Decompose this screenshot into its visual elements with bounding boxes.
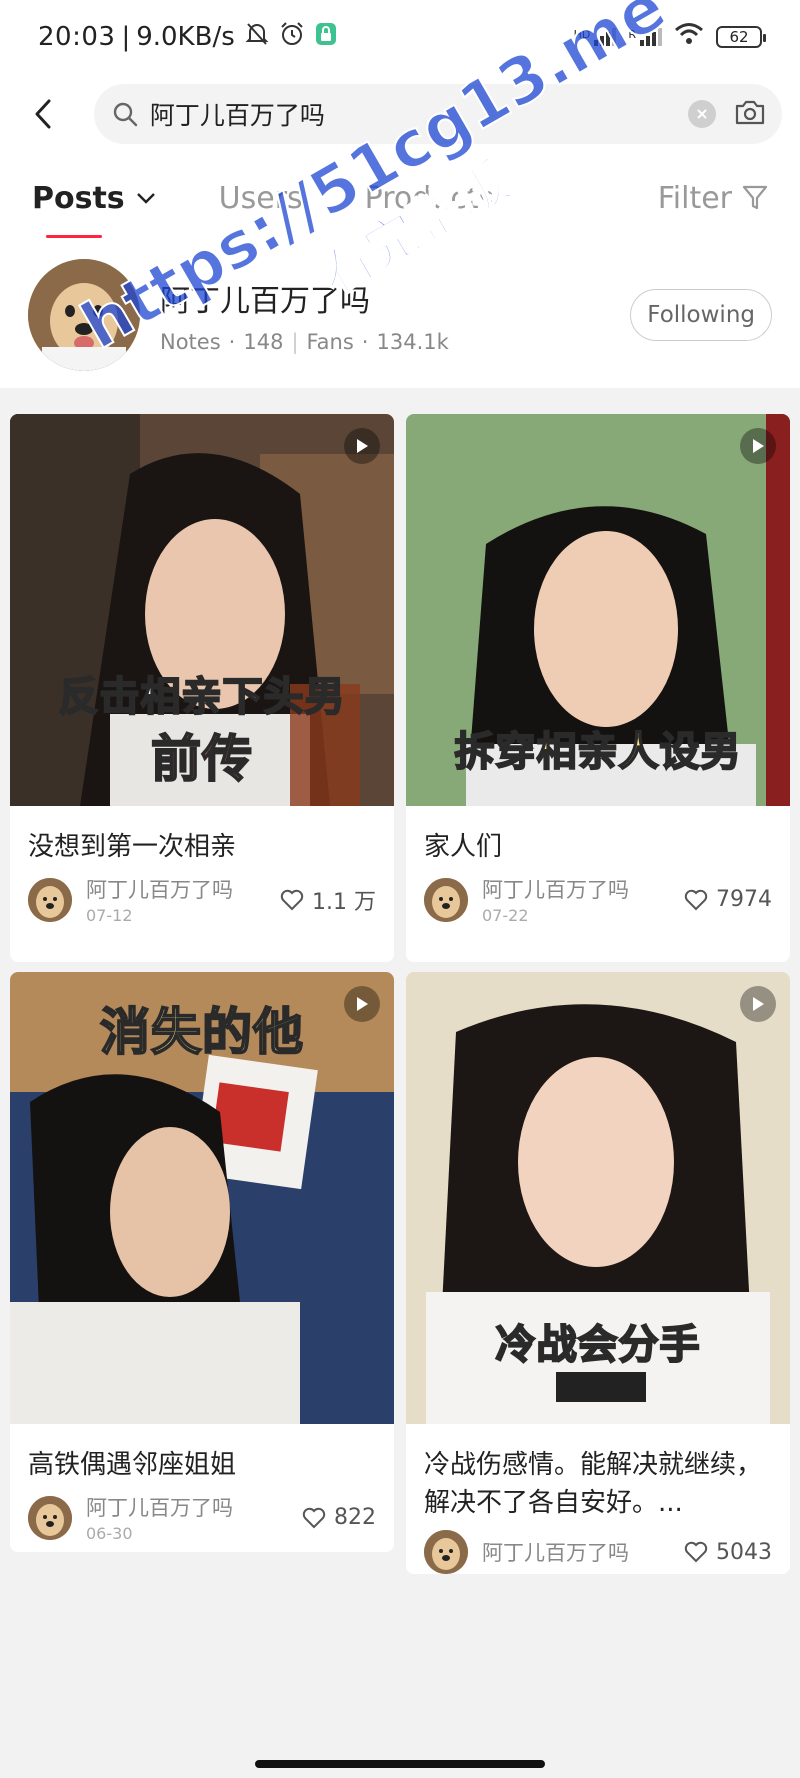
post-meta: 阿丁儿百万了吗 5043 [406, 1522, 790, 1574]
tab-users[interactable]: Users [219, 154, 303, 242]
post-cover[interactable]: 消失的他 [10, 972, 394, 1424]
fans-count: 134.1k [376, 330, 449, 354]
like-button[interactable]: 5043 [684, 1540, 772, 1565]
user-name: 阿丁儿百万了吗 [160, 284, 370, 319]
like-count: 822 [334, 1505, 376, 1530]
cover-caption: 消失的他 [99, 1002, 304, 1062]
post-cover[interactable]: 反击相亲下头男 前传 [10, 414, 394, 806]
stats-divider: | [291, 330, 299, 354]
like-count: 5043 [716, 1539, 772, 1565]
post-title: 家人们 [424, 832, 503, 862]
chevron-left-icon [35, 99, 51, 129]
tab-posts[interactable]: Posts [32, 154, 157, 242]
status-bar: 20:03 | 9.0KB/s HD R 62 [0, 0, 800, 74]
post-date: 06-30 [86, 1524, 133, 1543]
video-play-icon [344, 428, 380, 464]
heart-icon [684, 889, 708, 910]
tab-products[interactable]: Products [365, 154, 495, 242]
tab-products-label: Products [364, 180, 495, 216]
fans-label: Fans [306, 330, 354, 354]
post-title: 高铁偶遇邻座姐姐 [28, 1450, 237, 1480]
status-divider: | [121, 22, 131, 52]
heart-icon [302, 1507, 326, 1528]
tab-posts-label: Posts [32, 180, 125, 216]
cover-caption: 拆穿相亲人设男 [454, 728, 742, 776]
author-name[interactable]: 阿丁儿百万了吗 [86, 1492, 233, 1522]
result-tabs: Posts Users Products Filter [0, 154, 800, 242]
like-button[interactable]: 822 [302, 1505, 376, 1530]
signal-r-icon: R [628, 28, 662, 46]
post-card[interactable]: 冷战会分手 冷战伤感情。能解决就继续，解决不了各自安好。... 阿丁儿百万了吗 … [406, 972, 790, 1574]
filter-button[interactable]: Filter [658, 181, 768, 216]
notes-label: Notes [160, 330, 221, 354]
lock-app-icon [315, 22, 337, 53]
battery-icon: 62 [716, 26, 766, 48]
cover-caption: 冷战会分手 [495, 1321, 701, 1369]
user-info: 阿丁儿百万了吗 Notes · 148 | Fans · 134.1k [160, 276, 449, 354]
funnel-icon [742, 185, 768, 210]
video-play-icon [740, 428, 776, 464]
post-meta: 阿丁儿百万了吗 06-30 822 [10, 1484, 394, 1552]
author-name[interactable]: 阿丁儿百万了吗 [482, 874, 629, 904]
search-bar [0, 74, 800, 154]
active-tab-indicator [46, 235, 102, 238]
following-button[interactable]: Following [630, 289, 772, 341]
close-icon [697, 109, 707, 119]
post-card[interactable]: 拆穿相亲人设男 家人们 阿丁儿百万了吗 07-22 7974 [406, 414, 790, 962]
like-button[interactable]: 1.1 万 [280, 884, 376, 916]
post-cover[interactable]: 拆穿相亲人设男 [406, 414, 790, 806]
alarm-icon [279, 21, 305, 54]
author-avatar[interactable] [424, 877, 468, 922]
heart-icon [684, 1541, 708, 1563]
camera-search-button[interactable] [734, 98, 766, 130]
chevron-down-icon [136, 193, 155, 204]
post-title: 冷战伤感情。能解决就继续，解决不了各自安好。... [424, 1450, 763, 1518]
silent-bell-icon [245, 21, 269, 54]
clear-search-button[interactable] [688, 100, 716, 128]
post-meta: 阿丁儿百万了吗 07-12 1.1 万 [10, 866, 394, 943]
status-right: HD R 62 [574, 22, 766, 53]
back-button[interactable] [18, 89, 68, 139]
like-button[interactable]: 7974 [684, 887, 772, 912]
author-avatar[interactable] [424, 1530, 468, 1574]
home-indicator[interactable] [255, 1760, 545, 1768]
author-name[interactable]: 阿丁儿百万了吗 [86, 874, 233, 904]
user-result-row[interactable]: 阿丁儿百万了吗 Notes · 148 | Fans · 134.1k Followin… [0, 242, 800, 388]
author-avatar[interactable] [28, 1495, 72, 1540]
video-play-icon [740, 986, 776, 1022]
post-title: 没想到第一次相亲 [28, 832, 237, 862]
user-stats: Notes · 148 | Fans · 134.1k [160, 330, 449, 354]
heart-icon [280, 889, 304, 910]
signal-hd-icon: HD [574, 28, 617, 46]
like-count: 1.1 万 [312, 889, 376, 915]
post-meta: 阿丁儿百万了吗 07-22 7974 [406, 866, 790, 943]
cover-caption-sub: 前传 [150, 729, 253, 789]
filter-label: Filter [657, 180, 732, 216]
avatar[interactable] [28, 259, 140, 371]
author-avatar[interactable] [28, 877, 72, 922]
search-box[interactable] [93, 84, 782, 144]
cover-caption: 反击相亲下头男 [58, 673, 346, 721]
like-count: 7974 [716, 887, 772, 912]
post-cover[interactable]: 冷战会分手 [406, 972, 790, 1424]
status-speed: 9.0KB/s [136, 22, 235, 52]
author-name[interactable]: 阿丁儿百万了吗 [482, 1537, 629, 1567]
notes-count: 148 [243, 330, 284, 354]
post-card[interactable]: 消失的他 高铁偶遇邻座姐姐 阿丁儿百万了吗 06-30 822 [10, 972, 394, 1552]
post-date: 07-12 [86, 906, 133, 925]
post-card[interactable]: 反击相亲下头男 前传 没想到第一次相亲 阿丁儿百万了吗 07-12 1.1 万 [10, 414, 394, 962]
camera-icon [735, 100, 765, 125]
search-icon [113, 102, 138, 127]
tab-users-label: Users [218, 180, 303, 216]
search-input[interactable] [149, 99, 688, 129]
status-time: 20:03 [38, 22, 116, 52]
wifi-icon [674, 22, 704, 53]
post-date: 07-22 [482, 906, 529, 925]
